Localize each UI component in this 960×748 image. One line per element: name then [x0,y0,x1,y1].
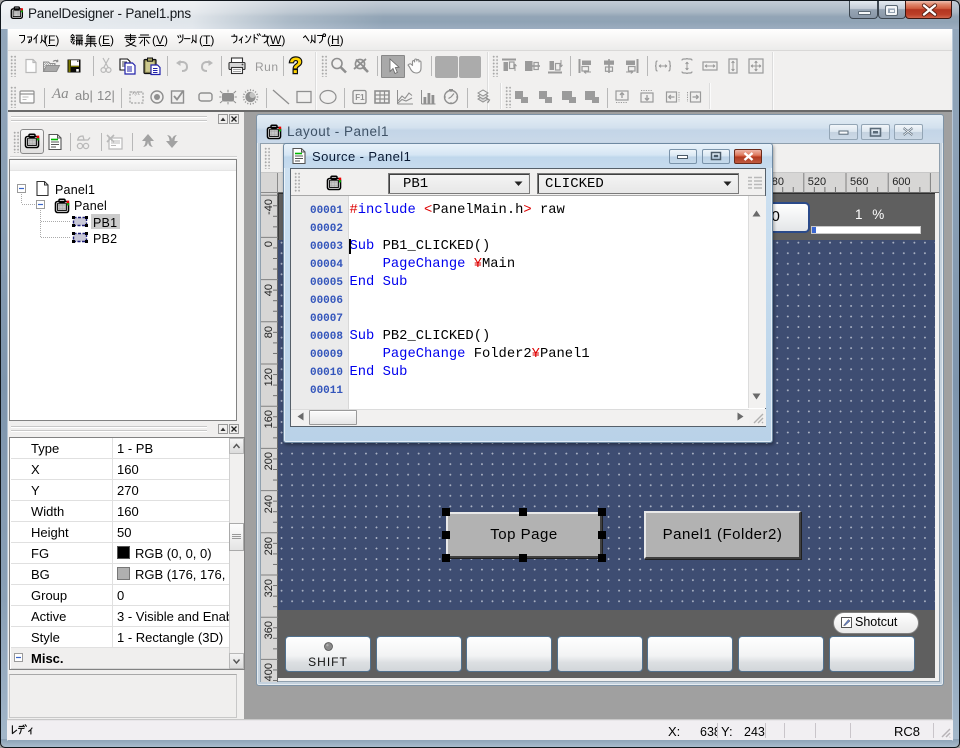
svg-text:xyz: xyz [132,91,141,97]
svg-text:F1: F1 [355,93,365,102]
svg-text:?: ? [289,53,302,78]
